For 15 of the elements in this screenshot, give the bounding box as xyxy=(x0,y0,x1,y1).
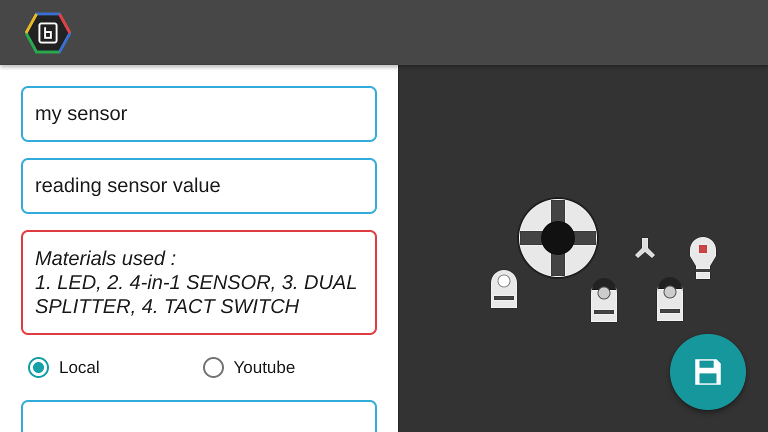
radio-button[interactable] xyxy=(202,357,224,378)
radio-button[interactable] xyxy=(28,357,49,378)
text-field[interactable]: reading sensor value xyxy=(21,158,377,214)
radio-label[interactable]: Local xyxy=(59,358,100,378)
led-module-drawing xyxy=(489,268,519,310)
button-module-drawing xyxy=(589,278,619,324)
button-module-drawing xyxy=(655,277,685,323)
radio-label[interactable]: Youtube xyxy=(234,358,296,378)
description-text: Materials used : xyxy=(35,246,176,270)
description-field[interactable]: Materials used : 1. LED, 2. 4-in-1 SENSOR, 3. DUAL SPLITTER, 4. TACT SWITCH xyxy=(21,230,377,335)
text-field[interactable]: my sensor xyxy=(21,86,377,142)
chip-logo-icon xyxy=(25,12,71,54)
sensor-module-drawing xyxy=(688,235,718,281)
text-field[interactable] xyxy=(21,400,377,432)
description-text: 1. LED, 2. 4-in-1 SENSOR, 3. DUAL SPLITTER, 4. TACT SWITCH xyxy=(35,270,358,318)
